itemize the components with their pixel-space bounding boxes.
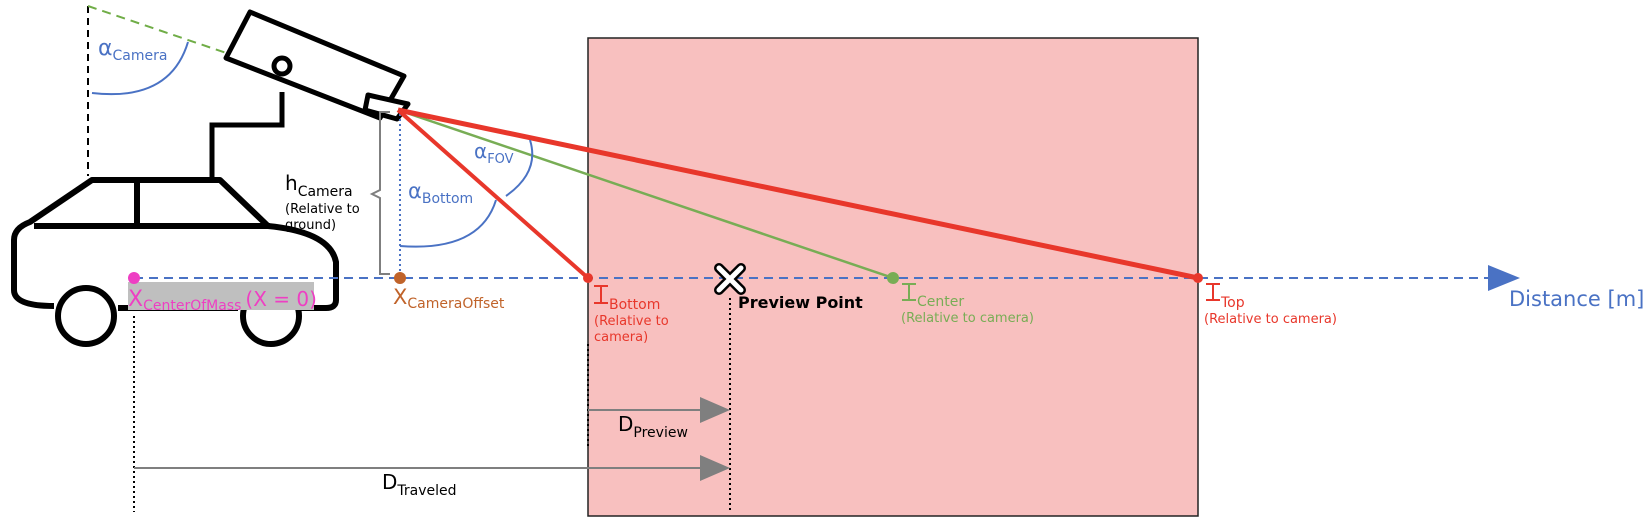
center-of-mass-point: [128, 272, 140, 284]
d-traveled-label: DTraveled: [382, 470, 457, 499]
alpha-camera-label: αCamera: [98, 36, 167, 64]
i-top-point: [1193, 273, 1203, 283]
x-camera-offset-label: XCameraOffset: [393, 285, 505, 312]
i-bottom-point: [583, 273, 593, 283]
h-camera-note-line1: (Relative to: [285, 202, 360, 217]
alpha-bottom-label: αBottom: [408, 179, 473, 207]
i-center-point: [887, 272, 899, 284]
h-camera-bracket: [369, 111, 390, 275]
camera-preview-diagram: αCamera Distance [m] hCamera (Relative t…: [11, 5, 1644, 517]
i-bottom-note-line1: (Relative to: [594, 314, 669, 329]
camera-offset-point: [394, 272, 406, 284]
i-bottom-note-line2: camera): [594, 330, 648, 345]
i-top-sub-label: Top: [1220, 295, 1245, 311]
distance-axis-label: Distance [m]: [1509, 287, 1644, 311]
i-top-note: (Relative to camera): [1204, 312, 1337, 327]
h-camera-note-line2: ground): [285, 218, 336, 233]
h-camera-label: hCamera: [285, 171, 353, 200]
camera-mount: [209, 92, 285, 178]
i-top-marker: [1206, 283, 1220, 301]
i-center-sub-label: Center: [917, 294, 964, 310]
i-bottom-sub-label: Bottom: [609, 297, 660, 313]
i-center-note: (Relative to camera): [901, 311, 1034, 326]
preview-point-label: Preview Point: [738, 293, 863, 312]
camera-icon: [223, 9, 411, 122]
